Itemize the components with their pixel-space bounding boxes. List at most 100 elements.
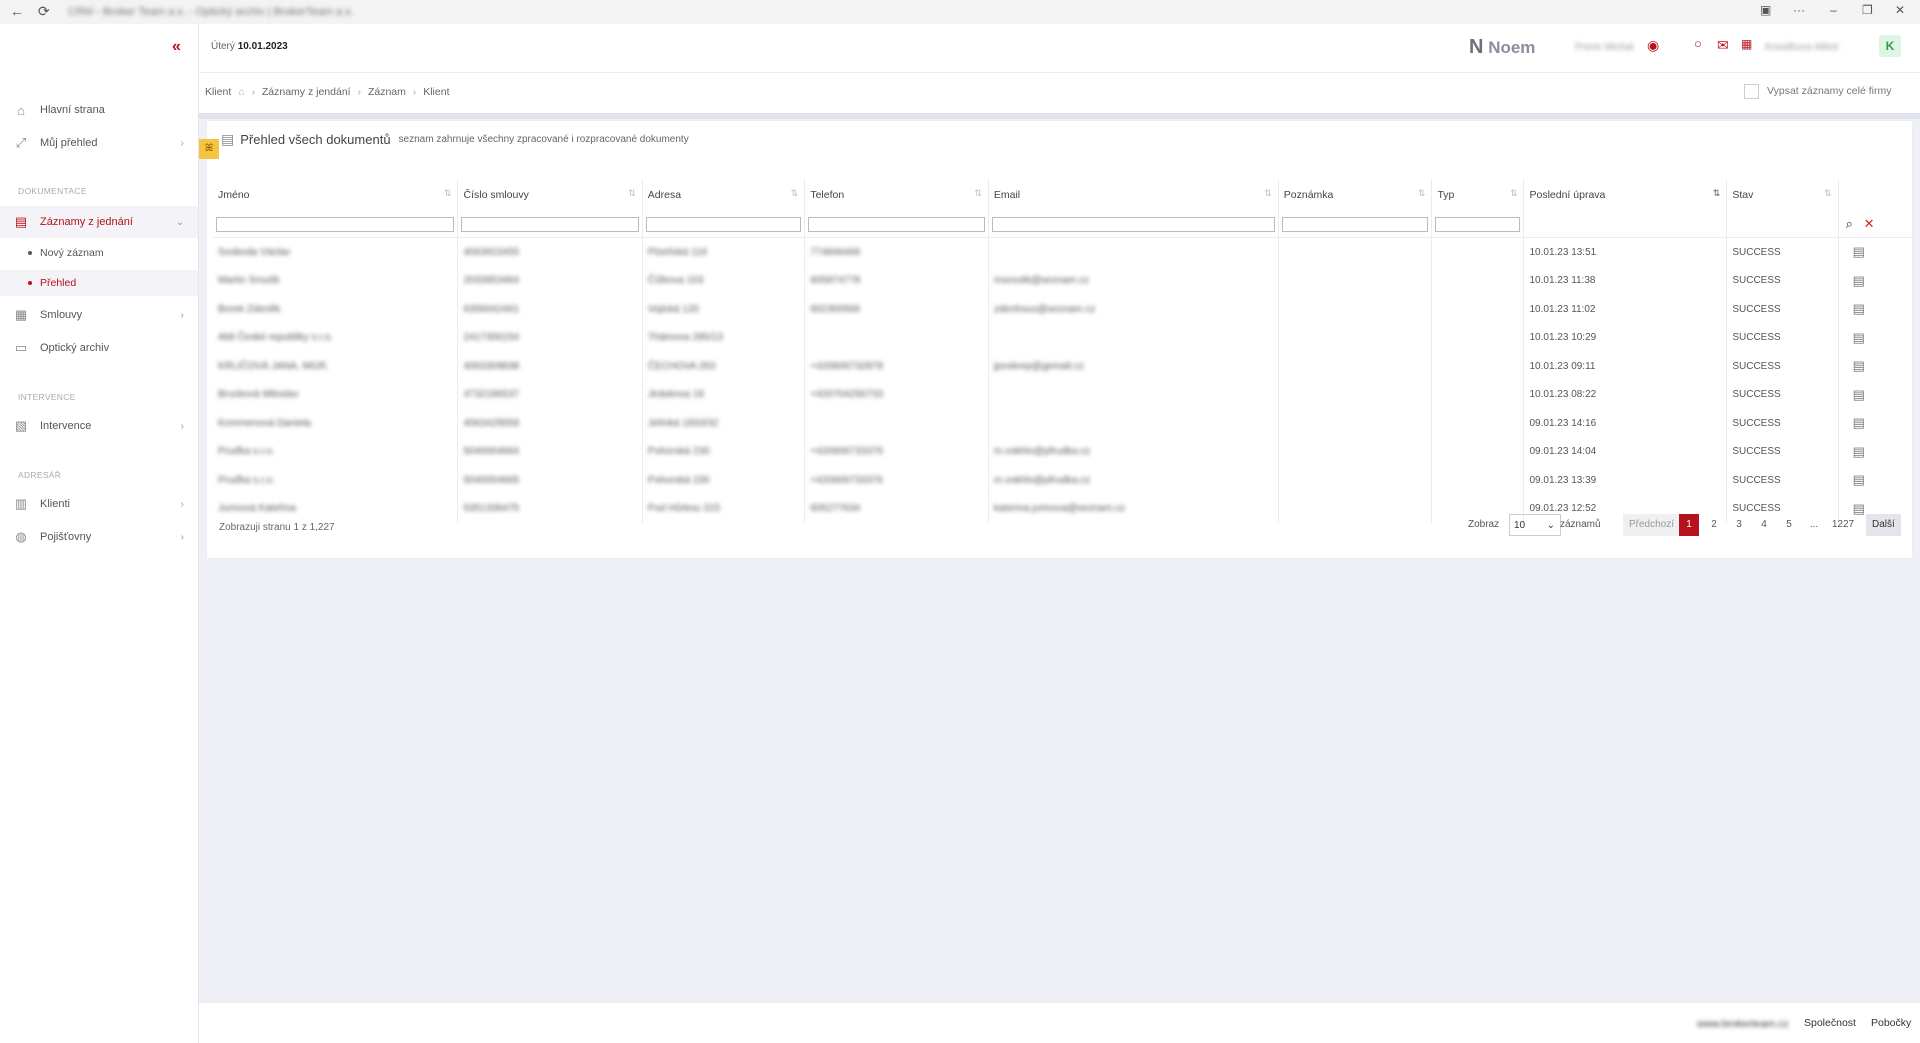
page-button[interactable]: 1227 [1827,514,1859,536]
maximize-icon[interactable]: ❐ [1862,3,1873,17]
page-button[interactable]: 1 [1679,514,1699,536]
column-header[interactable]: Číslo smlouvy ⇅ [457,179,643,211]
type-filter-input[interactable] [1435,216,1521,232]
sidebar-subitem-overview[interactable]: Přehled [0,270,198,296]
table-cell [1278,437,1433,466]
sidebar-item-label: Intervence [40,420,92,432]
open-document-icon[interactable]: ▤ [1853,387,1865,402]
column-header[interactable]: Adresa ⇅ [642,179,806,211]
sidebar-item-meetings[interactable]: ▤ Záznamy z jednání ⌄ [0,206,198,238]
intervention-icon: ▧ [14,418,28,433]
table-row[interactable]: Borek Zdeněk 6356042461 Vojická 120 6023005… [213,295,1912,324]
page-button[interactable]: 3 [1729,514,1749,536]
sort-icon[interactable]: ⇅ [1264,188,1272,199]
open-document-icon[interactable]: ▤ [1853,415,1865,430]
sort-icon[interactable]: ⇅ [1510,188,1518,199]
minimize-icon[interactable]: – [1830,3,1837,17]
table-cell: SUCCESS [1726,409,1839,438]
page-button[interactable]: 2 [1704,514,1724,536]
table-row[interactable]: KRLIČOVÁ JANA, MGR. 4063309838 ČECHOVA 263… [213,352,1912,381]
sort-icon[interactable]: ⇅ [974,188,982,199]
open-document-icon[interactable]: ▤ [1853,273,1865,288]
contract-filter-input[interactable] [461,216,639,232]
table-row[interactable]: Svoboda Václav 4063915455 Plzeňská 116 7748… [213,237,1912,267]
sidebar-item-intervention[interactable]: ▧ Intervence › [0,410,198,442]
sidebar-item-label: Smlouvy [40,309,83,321]
open-document-icon[interactable]: ▤ [1853,444,1865,459]
back-icon[interactable]: ← [10,3,24,19]
apps-icon[interactable]: ▦ [1741,37,1752,51]
page-button[interactable]: 5 [1779,514,1799,536]
breadcrumb-link[interactable]: Záznamy z jendání [262,86,351,98]
eye-icon[interactable]: ◉ [1647,37,1659,54]
sidebar-item-optical-archive[interactable]: ▭ Optický archiv [0,332,198,364]
table-cell: SUCCESS [1726,323,1839,352]
sidebar-item-home[interactable]: ⌂ Hlavní strana [0,94,198,126]
sort-icon[interactable]: ⇅ [791,188,799,199]
card-subtitle: seznam zahrnuje všechny zpracované i roz… [398,134,689,145]
bullet-icon [28,251,32,255]
column-header[interactable]: Telefon ⇅ [804,179,989,211]
table-row[interactable]: Kommenová Daniela 4063429559 Jelínká 1833/… [213,409,1912,438]
table-row[interactable]: Aldi České republiky s.r.o. 2417306154 Thá… [213,323,1912,352]
tab-icon[interactable]: ▣ [1760,3,1771,17]
name-filter-input[interactable] [216,216,455,232]
avatar[interactable]: K [1879,35,1901,57]
sort-icon[interactable]: ⇅ [1418,188,1426,199]
column-header[interactable]: Poznámka ⇅ [1278,179,1433,211]
circle-icon[interactable]: ○ [1694,36,1702,51]
table-row[interactable]: Martin Smutík 2033953464 Čížkova 103 605874… [213,266,1912,295]
people-icon[interactable]: ꕤ [199,139,219,159]
prev-page-button[interactable]: Předchozí [1623,514,1681,536]
table-row[interactable]: Pruďka s.r.o. 5040004664 Pohorská 230 +4206… [213,437,1912,466]
footer-site[interactable]: www.brokerteam.cz [1697,1018,1789,1030]
note-filter-input[interactable] [1281,216,1429,232]
refresh-icon[interactable]: ⟳ [38,3,50,20]
column-header[interactable]: Jméno ⇅ [213,179,459,211]
open-document-icon[interactable]: ▤ [1853,472,1865,487]
sidebar-item-clients[interactable]: ▥ Klienti › [0,488,198,520]
search-icon[interactable]: ⌕ [1846,216,1853,231]
email-filter-input[interactable] [991,216,1275,232]
page-size-select[interactable]: 10 ⌄ [1509,514,1561,536]
table-row[interactable]: Brucková Miloslav 4732186537 Jiráskova 18 +… [213,380,1912,409]
column-header[interactable]: Stav ⇅ [1726,179,1839,211]
address-filter-input[interactable] [645,216,802,232]
column-header[interactable]: Poslední úprava ⇅ [1523,179,1728,211]
open-document-icon[interactable]: ▤ [1853,358,1865,373]
phone-filter-input[interactable] [808,216,985,232]
sort-icon[interactable]: ⇅ [628,188,636,199]
more-icon[interactable]: ··· [1793,3,1805,17]
sidebar-item-contracts[interactable]: ▦ Smlouvy › [0,299,198,331]
sidebar-item-insurers[interactable]: ◍ Pojišťovny › [0,521,198,553]
column-header[interactable]: Typ ⇅ [1431,179,1525,211]
open-document-icon[interactable]: ▤ [1853,330,1865,345]
home-icon[interactable]: ⌂ [238,86,244,98]
close-icon[interactable]: ✕ [1895,3,1905,17]
next-page-button[interactable]: Další [1866,514,1901,536]
footer-link-branches[interactable]: Pobočky [1871,1017,1911,1029]
sort-icon[interactable]: ⇅ [444,188,452,199]
sort-desc-icon[interactable]: ⇅ [1713,188,1721,199]
table-cell: 4063915455 [457,237,643,267]
clear-filter-icon[interactable]: ✕ [1864,216,1875,231]
footer-link-company[interactable]: Společnost [1804,1017,1856,1029]
company-records-checkbox[interactable] [1744,84,1759,99]
table-row[interactable]: Pruďka s.r.o. 5040004665 Pohorská 230 +4206… [213,466,1912,495]
column-header[interactable]: Email ⇅ [988,179,1279,211]
breadcrumb: Klient ⌂ › Záznamy z jendání › Záznam › … [205,86,450,98]
table-cell [1431,409,1525,438]
sidebar-item-my-overview[interactable]: ⤢ Můj přehled › [0,127,198,159]
table-cell: Plzeňská 116 [642,237,806,267]
mail-icon[interactable]: ✉ [1717,37,1729,54]
open-document-icon[interactable]: ▤ [1853,301,1865,316]
page-button[interactable]: 4 [1754,514,1774,536]
table-cell [988,237,1279,267]
open-document-icon[interactable]: ▤ [1853,244,1865,259]
breadcrumb-link[interactable]: Záznam [368,86,406,98]
breadcrumb-link[interactable]: Klient [423,86,449,98]
day-label: Úterý [211,41,235,52]
sidebar-subitem-new-record[interactable]: Nový záznam [28,240,198,266]
sort-icon[interactable]: ⇅ [1824,188,1832,199]
collapse-sidebar-icon[interactable]: « [172,38,181,56]
